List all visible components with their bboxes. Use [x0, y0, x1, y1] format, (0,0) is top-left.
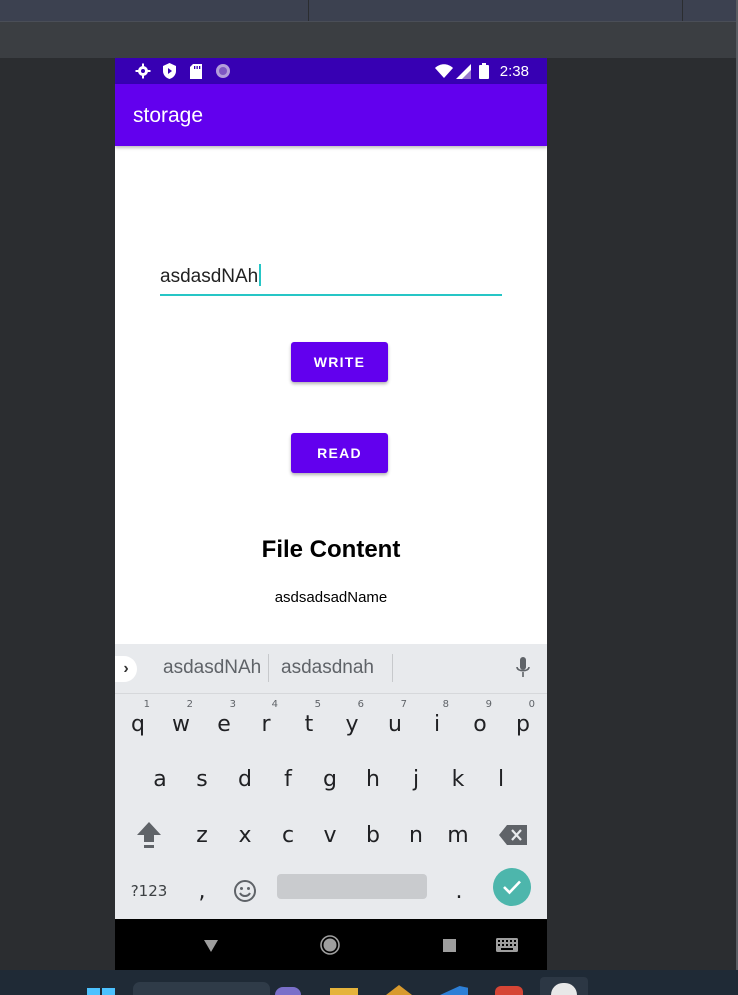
- microphone-icon[interactable]: [516, 657, 530, 684]
- key-n[interactable]: n: [396, 810, 436, 860]
- folder-icon[interactable]: [330, 988, 358, 995]
- key-v[interactable]: v: [310, 810, 350, 860]
- app-bar: storage: [115, 84, 547, 146]
- battery-icon: [478, 63, 490, 79]
- emoji-icon[interactable]: [225, 866, 265, 916]
- key-x[interactable]: x: [225, 810, 265, 860]
- key-g[interactable]: g: [310, 754, 350, 804]
- key-k[interactable]: k: [438, 754, 478, 804]
- text-cursor: [259, 264, 262, 286]
- key-t[interactable]: t5: [289, 699, 329, 749]
- key-hint: 3: [229, 699, 236, 710]
- text-input[interactable]: asdasdNAh: [160, 260, 502, 296]
- key-hint: 6: [357, 699, 364, 710]
- wifi-icon: [435, 63, 453, 79]
- keyboard-icon[interactable]: [496, 938, 518, 957]
- key-c[interactable]: c: [268, 810, 308, 860]
- shift-icon[interactable]: [129, 810, 169, 860]
- ide-tab-area[interactable]: [0, 0, 309, 21]
- key-hint: 9: [485, 699, 492, 710]
- key-hint: 7: [400, 699, 407, 710]
- key-o[interactable]: o9: [460, 699, 500, 749]
- key-a[interactable]: a: [140, 754, 180, 804]
- windows-start-icon[interactable]: [87, 988, 115, 995]
- ide-title-bar: [0, 0, 738, 22]
- key-h[interactable]: h: [353, 754, 393, 804]
- backspace-icon[interactable]: [493, 810, 533, 860]
- taskbar: [0, 970, 738, 995]
- file-content-heading: File Content: [261, 536, 401, 563]
- nav-bar: [115, 919, 547, 970]
- vscode-icon[interactable]: [440, 986, 468, 995]
- taskbar-search[interactable]: [133, 982, 270, 995]
- space-bar[interactable]: [277, 874, 427, 899]
- key-l[interactable]: l: [481, 754, 521, 804]
- app-title: storage: [133, 104, 204, 127]
- suggestion-strip: › asdasdNAh asdasdnah: [115, 644, 547, 694]
- comma-key[interactable]: ,: [182, 866, 222, 916]
- check-icon[interactable]: [493, 868, 531, 906]
- shield-icon: [161, 63, 177, 79]
- key-hint: 5: [314, 699, 321, 710]
- key-e[interactable]: e3: [204, 699, 244, 749]
- key-q[interactable]: q1: [118, 699, 158, 749]
- expand-chevron-icon[interactable]: ›: [115, 656, 137, 682]
- key-u[interactable]: u7: [375, 699, 415, 749]
- key-hint: 8: [442, 699, 449, 710]
- key-s[interactable]: s: [182, 754, 222, 804]
- key-hint: 2: [186, 699, 193, 710]
- suggestion-divider: [392, 654, 393, 682]
- circle-icon: [215, 63, 231, 79]
- home-icon[interactable]: [320, 935, 340, 960]
- ide-right-panel: [547, 58, 738, 970]
- emulator-screen: 2:38 storage asdasdNAh WRITE READ File C…: [115, 58, 547, 970]
- recents-icon[interactable]: [443, 939, 456, 957]
- taskbar-app-icon[interactable]: [275, 987, 301, 995]
- settings-icon: [135, 63, 151, 79]
- write-button[interactable]: WRITE: [291, 342, 388, 382]
- key-b[interactable]: b: [353, 810, 393, 860]
- text-input-value: asdasdNAh: [160, 266, 259, 287]
- key-d[interactable]: d: [225, 754, 265, 804]
- key-p[interactable]: p0: [503, 699, 543, 749]
- suggestion-2[interactable]: asdasdnah: [281, 657, 374, 679]
- key-m[interactable]: m: [438, 810, 478, 860]
- taskbar-app-icon[interactable]: [386, 985, 412, 995]
- read-button[interactable]: READ: [291, 433, 388, 473]
- symbols-key[interactable]: ?123: [129, 866, 169, 916]
- suggestion-divider: [268, 654, 269, 682]
- key-r[interactable]: r4: [246, 699, 286, 749]
- back-icon[interactable]: [204, 939, 218, 957]
- key-hint: 0: [528, 699, 535, 710]
- key-f[interactable]: f: [268, 754, 308, 804]
- key-y[interactable]: y6: [332, 699, 372, 749]
- key-z[interactable]: z: [182, 810, 222, 860]
- sd-card-icon: [188, 63, 204, 79]
- status-time: 2:38: [499, 63, 529, 80]
- signal-icon: [455, 63, 471, 79]
- taskbar-active-app[interactable]: [540, 977, 588, 995]
- taskbar-app-icon[interactable]: [495, 986, 523, 995]
- key-hint: 4: [271, 699, 278, 710]
- status-bar: 2:38: [115, 58, 547, 84]
- key-j[interactable]: j: [396, 754, 436, 804]
- ide-left-panel: [0, 58, 115, 970]
- soft-keyboard: › asdasdNAh asdasdnah q1w2e3r4t5y6u7i8o9…: [115, 644, 547, 919]
- ide-tab-area[interactable]: [309, 0, 683, 21]
- key-hint: 1: [143, 699, 150, 710]
- ide-toolbar: [0, 22, 738, 58]
- period-key[interactable]: .: [439, 866, 479, 916]
- file-content-text: asdsadsadName: [274, 589, 388, 606]
- key-w[interactable]: w2: [161, 699, 201, 749]
- suggestion-1[interactable]: asdasdNAh: [163, 657, 261, 679]
- key-i[interactable]: i8: [417, 699, 457, 749]
